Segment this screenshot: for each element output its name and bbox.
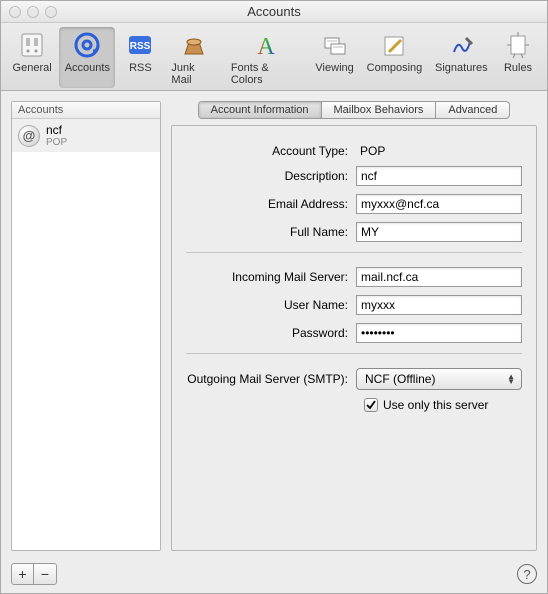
email-input[interactable] <box>356 194 522 214</box>
tab-bar: Account Information Mailbox Behaviors Ad… <box>171 101 537 119</box>
toolbar: General Accounts RSS RSS Junk Mail A Fon… <box>1 23 547 91</box>
tab-account-info[interactable]: Account Information <box>199 102 322 118</box>
add-account-button[interactable]: + <box>12 564 34 584</box>
account-type-value: POP <box>356 144 385 158</box>
add-remove-control: + − <box>11 563 57 585</box>
at-icon <box>71 29 103 61</box>
tab-mailbox-behaviors[interactable]: Mailbox Behaviors <box>322 102 437 118</box>
svg-text:A: A <box>258 34 276 60</box>
smtp-value: NCF (Offline) <box>365 372 435 386</box>
smtp-select[interactable]: NCF (Offline) ▲▼ <box>356 368 522 390</box>
checkmark-icon <box>365 399 377 411</box>
email-label: Email Address: <box>186 197 356 211</box>
account-list-item[interactable]: @ ncf POP <box>12 119 160 152</box>
titlebar: Accounts <box>1 1 547 23</box>
account-type: POP <box>46 137 67 148</box>
account-type-label: Account Type: <box>186 144 356 158</box>
toolbar-rules[interactable]: Rules <box>495 27 541 88</box>
incoming-input[interactable] <box>356 267 522 287</box>
username-label: User Name: <box>186 298 356 312</box>
fullname-label: Full Name: <box>186 225 356 239</box>
account-info-panel: Account Type: POP Description: Email Add… <box>171 125 537 551</box>
at-icon: @ <box>18 125 40 147</box>
toolbar-junk[interactable]: Junk Mail <box>165 27 222 88</box>
toolbar-composing[interactable]: Composing <box>361 27 427 88</box>
use-only-label: Use only this server <box>383 398 488 412</box>
use-only-checkbox[interactable] <box>364 398 378 412</box>
signatures-icon <box>445 29 477 61</box>
description-label: Description: <box>186 169 356 183</box>
svg-text:RSS: RSS <box>130 41 151 52</box>
username-input[interactable] <box>356 295 522 315</box>
composing-icon <box>378 29 410 61</box>
description-input[interactable] <box>356 166 522 186</box>
remove-account-button[interactable]: − <box>34 564 56 584</box>
sidebar-header: Accounts <box>12 102 160 119</box>
junk-icon <box>178 29 210 61</box>
toolbar-fonts[interactable]: A Fonts & Colors <box>225 27 308 88</box>
toolbar-signatures[interactable]: Signatures <box>430 27 493 88</box>
viewing-icon <box>319 29 351 61</box>
separator <box>186 252 522 253</box>
switches-icon <box>16 29 48 61</box>
separator <box>186 353 522 354</box>
smtp-label: Outgoing Mail Server (SMTP): <box>186 372 356 386</box>
toolbar-viewing[interactable]: Viewing <box>310 27 359 88</box>
password-input[interactable] <box>356 323 522 343</box>
rss-icon: RSS <box>124 29 156 61</box>
incoming-label: Incoming Mail Server: <box>186 270 356 284</box>
window-title: Accounts <box>1 4 547 19</box>
preferences-window: Accounts General Accounts RSS RSS Junk M… <box>0 0 548 594</box>
toolbar-general[interactable]: General <box>7 27 57 88</box>
password-label: Password: <box>186 326 356 340</box>
fonts-icon: A <box>250 29 282 61</box>
toolbar-rss[interactable]: RSS RSS <box>117 27 163 88</box>
fullname-input[interactable] <box>356 222 522 242</box>
accounts-sidebar: Accounts @ ncf POP <box>11 101 161 551</box>
rules-icon <box>502 29 534 61</box>
tab-advanced[interactable]: Advanced <box>436 102 509 118</box>
help-button[interactable]: ? <box>517 564 537 584</box>
updown-icon: ▲▼ <box>507 374 515 384</box>
toolbar-accounts[interactable]: Accounts <box>59 27 115 88</box>
account-name: ncf <box>46 123 67 137</box>
footer: + − ? <box>1 559 547 593</box>
sidebar-list: @ ncf POP <box>12 119 160 550</box>
